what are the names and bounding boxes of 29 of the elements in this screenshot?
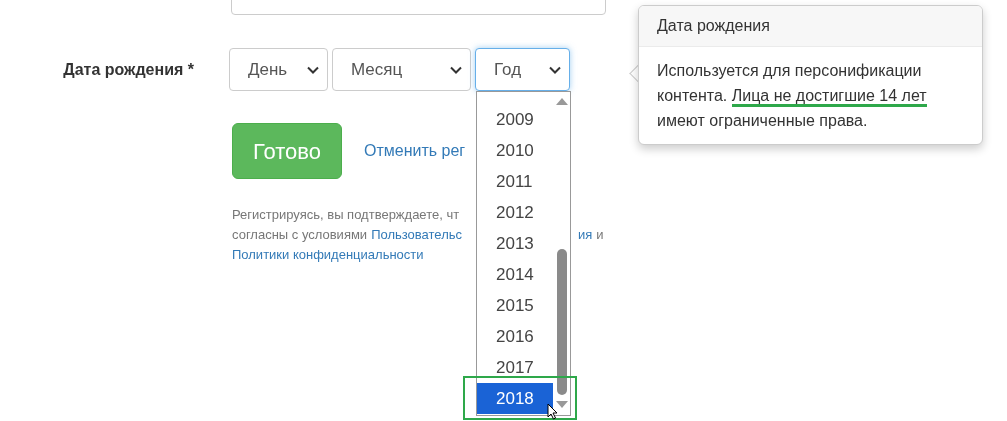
chevron-down-icon (307, 65, 319, 74)
dropdown-option[interactable]: 2011 (477, 166, 554, 197)
dropdown-option[interactable]: 2015 (477, 290, 554, 321)
scrollbar-thumb[interactable] (557, 249, 568, 395)
chevron-down-icon (549, 65, 561, 74)
terms-text: и (596, 226, 604, 244)
terms-link[interactable]: Пользовательс (371, 225, 462, 245)
dropdown-option[interactable]: 2010 (477, 135, 554, 166)
terms-link[interactable]: ия (578, 225, 593, 245)
dropdown-option[interactable]: 2017 (477, 352, 554, 383)
terms-text: Регистрируясь, вы подтверждаете, чт (232, 206, 460, 224)
dropdown-option[interactable]: 2014 (477, 259, 554, 290)
dropdown-option[interactable]: 2016 (477, 321, 554, 352)
dropdown-option[interactable]: 2012 (477, 197, 554, 228)
terms-text: согласны с условиями (232, 226, 368, 244)
scroll-down-icon[interactable] (556, 401, 569, 408)
privacy-link[interactable]: Политики конфиденциальности (232, 245, 424, 265)
dropdown-option[interactable]: 2009 (477, 104, 554, 135)
field-label: Дата рождения * (62, 59, 195, 80)
dropdown-option[interactable]: 2018 (477, 383, 554, 414)
date-select[interactable]: Месяц (332, 48, 471, 91)
date-select[interactable]: День (229, 48, 328, 91)
dropdown-option[interactable]: 2013 (477, 228, 554, 259)
date-select[interactable]: Год (475, 48, 570, 91)
chevron-down-icon (450, 65, 462, 74)
tooltip-title: Дата рождения (639, 6, 982, 47)
tooltip-text: Используется для персонификации контента. Лица не достигшие 14 лет имеют ограниченные права. (656, 61, 928, 131)
cancel-link[interactable]: Отменить рег (364, 139, 466, 163)
scroll-up-icon[interactable] (556, 98, 569, 105)
